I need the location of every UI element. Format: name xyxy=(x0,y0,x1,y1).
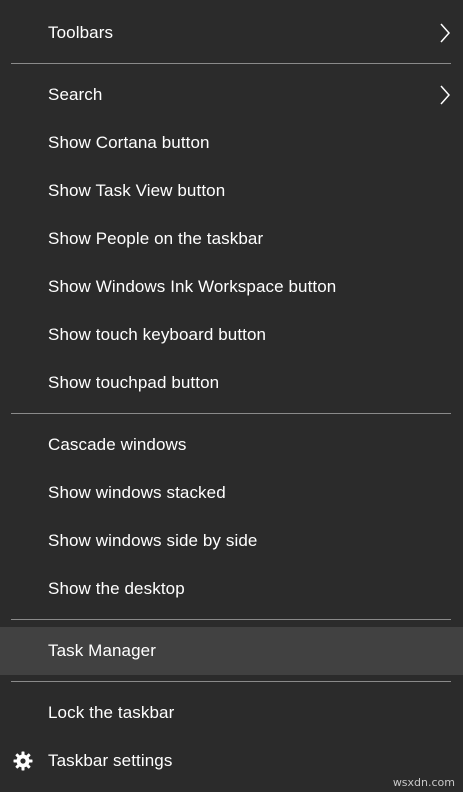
menu-item-label: Show Cortana button xyxy=(48,133,210,152)
menu-item-show-ink-workspace[interactable]: Show Windows Ink Workspace button xyxy=(0,263,463,311)
menu-item-show-people[interactable]: Show People on the taskbar xyxy=(0,215,463,263)
menu-item-show-touchpad[interactable]: Show touchpad button xyxy=(0,359,463,407)
menu-item-search[interactable]: Search xyxy=(0,71,463,119)
menu-item-label: Task Manager xyxy=(48,641,156,660)
menu-separator xyxy=(11,63,451,64)
menu-separator xyxy=(11,413,451,414)
menu-item-label: Taskbar settings xyxy=(48,751,173,770)
menu-item-toolbars[interactable]: Toolbars xyxy=(0,9,463,57)
menu-item-lock-taskbar[interactable]: Lock the taskbar xyxy=(0,689,463,737)
gear-icon xyxy=(13,751,33,771)
menu-item-label: Show People on the taskbar xyxy=(48,229,264,248)
menu-item-show-desktop[interactable]: Show the desktop xyxy=(0,565,463,613)
menu-item-show-stacked[interactable]: Show windows stacked xyxy=(0,469,463,517)
menu-item-show-side-by-side[interactable]: Show windows side by side xyxy=(0,517,463,565)
menu-item-label: Show touchpad button xyxy=(48,373,220,392)
menu-item-label: Lock the taskbar xyxy=(48,703,175,722)
watermark: wsxdn.com xyxy=(392,776,455,789)
menu-item-task-manager[interactable]: Task Manager xyxy=(0,627,463,675)
menu-separator xyxy=(11,619,451,620)
menu-item-label: Show windows side by side xyxy=(48,531,258,550)
menu-separator xyxy=(11,681,451,682)
menu-item-show-touch-keyboard[interactable]: Show touch keyboard button xyxy=(0,311,463,359)
menu-item-label: Search xyxy=(48,85,103,104)
menu-item-label: Show Task View button xyxy=(48,181,226,200)
menu-item-label: Show the desktop xyxy=(48,579,185,598)
menu-item-label: Cascade windows xyxy=(48,435,187,454)
menu-item-label: Show windows stacked xyxy=(48,483,226,502)
menu-item-show-task-view[interactable]: Show Task View button xyxy=(0,167,463,215)
chevron-right-icon xyxy=(440,85,450,105)
menu-item-label: Toolbars xyxy=(48,23,114,42)
menu-item-cascade-windows[interactable]: Cascade windows xyxy=(0,421,463,469)
chevron-right-icon xyxy=(440,23,450,43)
menu-item-label: Show Windows Ink Workspace button xyxy=(48,277,337,296)
taskbar-context-menu: Toolbars Search Show Cortana button Show… xyxy=(0,0,463,792)
menu-item-label: Show touch keyboard button xyxy=(48,325,267,344)
menu-item-show-cortana[interactable]: Show Cortana button xyxy=(0,119,463,167)
